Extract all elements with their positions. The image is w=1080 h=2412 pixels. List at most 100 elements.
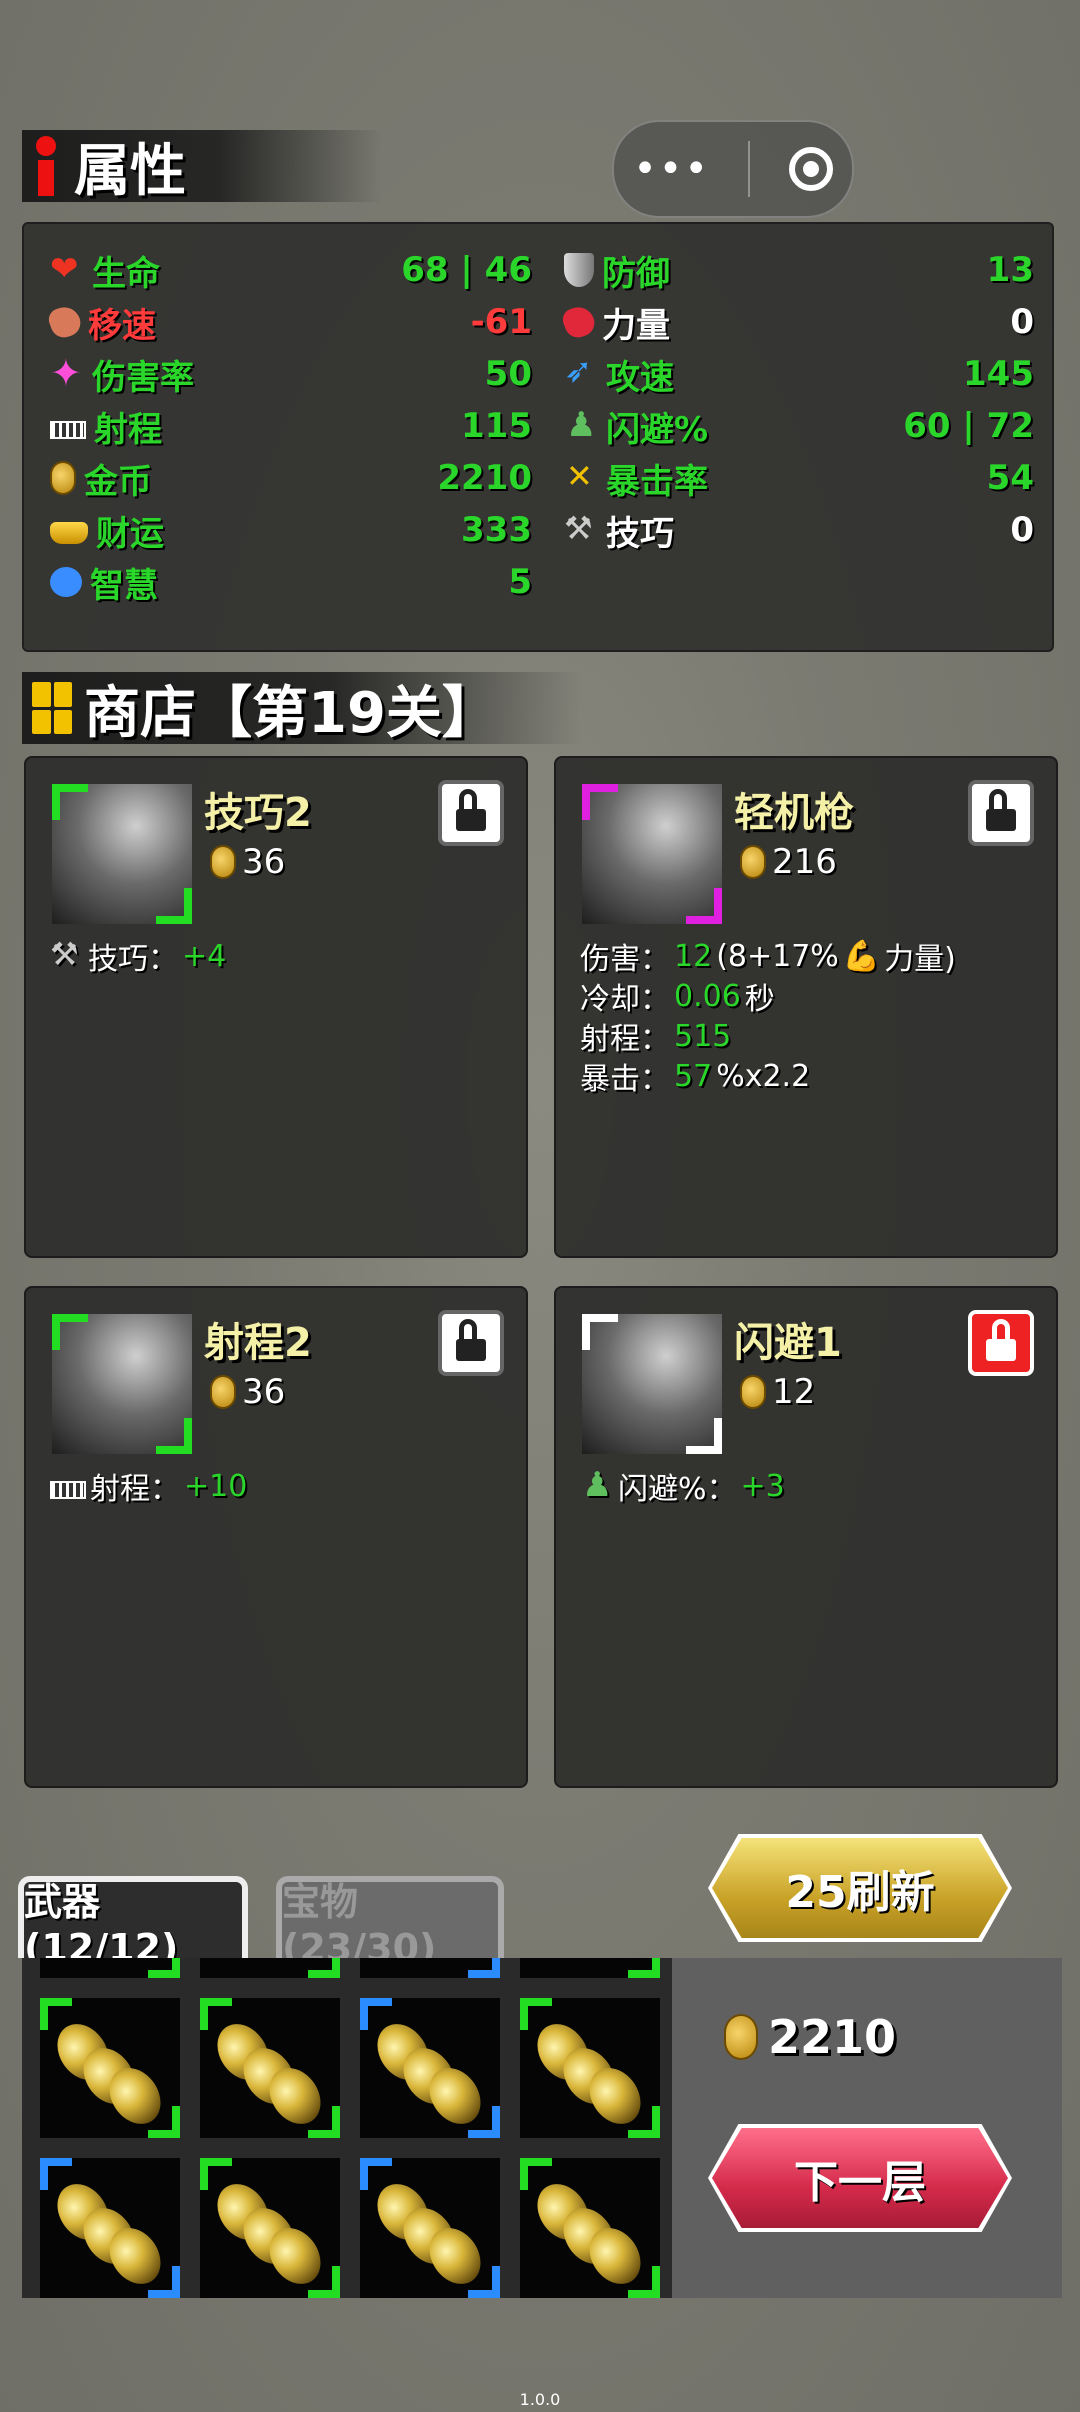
heart-icon	[50, 249, 84, 289]
item-desc-line: 射程： 515	[580, 1014, 731, 1058]
ammo-icon	[46, 2174, 172, 2294]
stat-value: 145	[963, 354, 1034, 394]
stat-right-4: 暴击率	[564, 452, 708, 504]
stat-value: 60 | 72	[903, 406, 1034, 446]
stat-right-2: 攻速	[564, 348, 674, 400]
desc-text: +4	[182, 938, 227, 974]
stats-panel: 生命 68 | 46 移速 -61 伤害率 50 射程 115 金币 2210 财运 333 智慧 5 防御…	[22, 222, 1054, 652]
weapon-slot[interactable]	[520, 2158, 660, 2298]
rarity-corner	[628, 1958, 660, 1978]
item-thumbnail	[582, 784, 722, 924]
stat-right-5: 技巧	[564, 504, 674, 556]
coin-icon	[210, 1375, 236, 1409]
stat-value: 115	[461, 406, 532, 446]
desc-text: 515	[674, 1018, 732, 1054]
desc-text: 秒	[744, 982, 775, 1017]
ammo-icon	[526, 2014, 652, 2134]
item-price: 216	[740, 842, 837, 882]
rarity-corner	[686, 1418, 722, 1454]
wrench-icon	[50, 935, 84, 973]
weapon-slot[interactable]	[40, 1958, 180, 1978]
item-name: 轻机枪	[734, 790, 854, 836]
stat-label: 防御	[602, 253, 670, 294]
weapon-slot[interactable]	[200, 2158, 340, 2298]
item-desc-line: 射程： +10	[50, 1464, 247, 1508]
lock-icon[interactable]	[438, 1310, 504, 1376]
more-icon[interactable]: •••	[633, 149, 710, 189]
close-target-icon[interactable]	[788, 147, 833, 191]
wrench-icon	[564, 509, 598, 547]
shop-card[interactable]: 技巧2 36 技巧：+4	[24, 756, 528, 1258]
tab-weapons[interactable]: 武器(12/12)	[18, 1876, 248, 1970]
rarity-corner	[156, 1418, 192, 1454]
stat-value: 333	[461, 510, 532, 550]
coin-icon	[740, 845, 766, 879]
coin-icon	[50, 461, 76, 495]
coin-icon	[210, 845, 236, 879]
weapon-slot[interactable]	[40, 1998, 180, 2138]
item-thumbnail	[52, 1314, 192, 1454]
stat-label: 技巧	[606, 513, 674, 554]
ammo-icon	[206, 2174, 332, 2294]
weapon-slot[interactable]	[360, 1958, 500, 1978]
rarity-corner	[308, 1958, 340, 1978]
coin-display: 2210	[724, 2010, 896, 2064]
weapon-slot[interactable]	[360, 1998, 500, 2138]
weapon-slot[interactable]	[520, 1998, 660, 2138]
desc-text: 力量)	[884, 942, 956, 977]
item-desc-line: 伤害： 12 (8+17% 💪 力量)	[580, 934, 956, 978]
weapon-slot[interactable]	[200, 1958, 340, 1978]
desc-text: +3	[740, 1468, 785, 1504]
rarity-corner	[52, 1314, 88, 1350]
stat-label: 金币	[84, 461, 152, 502]
refresh-button[interactable]: 25刷新	[712, 1838, 1008, 1938]
stat-right-3: 闪避%	[564, 400, 708, 452]
stat-right-1: 力量	[559, 296, 670, 348]
desc-text: 0.06	[674, 978, 741, 1014]
stat-left-1: 移速	[45, 296, 156, 348]
weapon-slot[interactable]	[200, 1998, 340, 2138]
rarity-corner	[52, 784, 88, 820]
stat-value: 13	[986, 250, 1034, 290]
weapon-slot[interactable]	[360, 2158, 500, 2298]
version-label: 1.0.0	[519, 2390, 561, 2409]
desc-text: 12	[674, 938, 713, 974]
item-desc-line: 技巧：+4	[50, 934, 226, 978]
stat-left-0: 生命	[50, 244, 160, 296]
arm-icon	[559, 302, 599, 342]
price-value: 216	[772, 842, 837, 882]
stat-label: 生命	[92, 253, 160, 294]
shop-card[interactable]: 闪避1 12 闪避%：+3	[554, 1286, 1058, 1788]
stat-left-2: 伤害率	[50, 348, 194, 400]
shop-card[interactable]: 射程2 36 射程： +10	[24, 1286, 528, 1788]
price-value: 36	[242, 842, 286, 882]
lock-icon[interactable]	[968, 780, 1034, 846]
rarity-corner	[156, 888, 192, 924]
coin-icon	[724, 2014, 758, 2060]
leg-icon	[45, 302, 85, 342]
mini-program-capsule: •••	[612, 120, 854, 218]
ruler-icon	[50, 421, 86, 439]
stat-label: 力量	[602, 305, 670, 346]
weapon-slot[interactable]	[40, 2158, 180, 2298]
ammo-icon	[526, 2174, 652, 2294]
feather-icon	[564, 351, 598, 391]
ammo-icon	[366, 2174, 492, 2294]
shop-card[interactable]: 轻机枪 216 伤害： 12 (8+17% 💪 力量) 冷却： 0.06 秒射程： 515 暴击： 57…	[554, 756, 1058, 1258]
shop-header: 商店【第19关】	[22, 672, 582, 746]
coin-count: 2210	[768, 2010, 897, 2064]
weapon-slot[interactable]	[520, 1958, 660, 1978]
desc-text: 射程：	[90, 1472, 180, 1507]
stat-left-5: 财运	[50, 504, 164, 556]
tab-treasures[interactable]: 宝物(23/30)	[276, 1876, 504, 1970]
item-thumbnail	[52, 784, 192, 924]
item-desc-line: 闪避%：+3	[580, 1464, 785, 1508]
item-name: 射程2	[204, 1320, 312, 1366]
desc-text: 57	[674, 1058, 713, 1094]
lock-icon[interactable]	[968, 1310, 1034, 1376]
item-price: 12	[740, 1372, 815, 1412]
next-floor-button[interactable]: 下一层	[712, 2128, 1008, 2228]
ammo-icon	[366, 2014, 492, 2134]
lock-icon[interactable]	[438, 780, 504, 846]
rarity-corner	[582, 1314, 618, 1350]
